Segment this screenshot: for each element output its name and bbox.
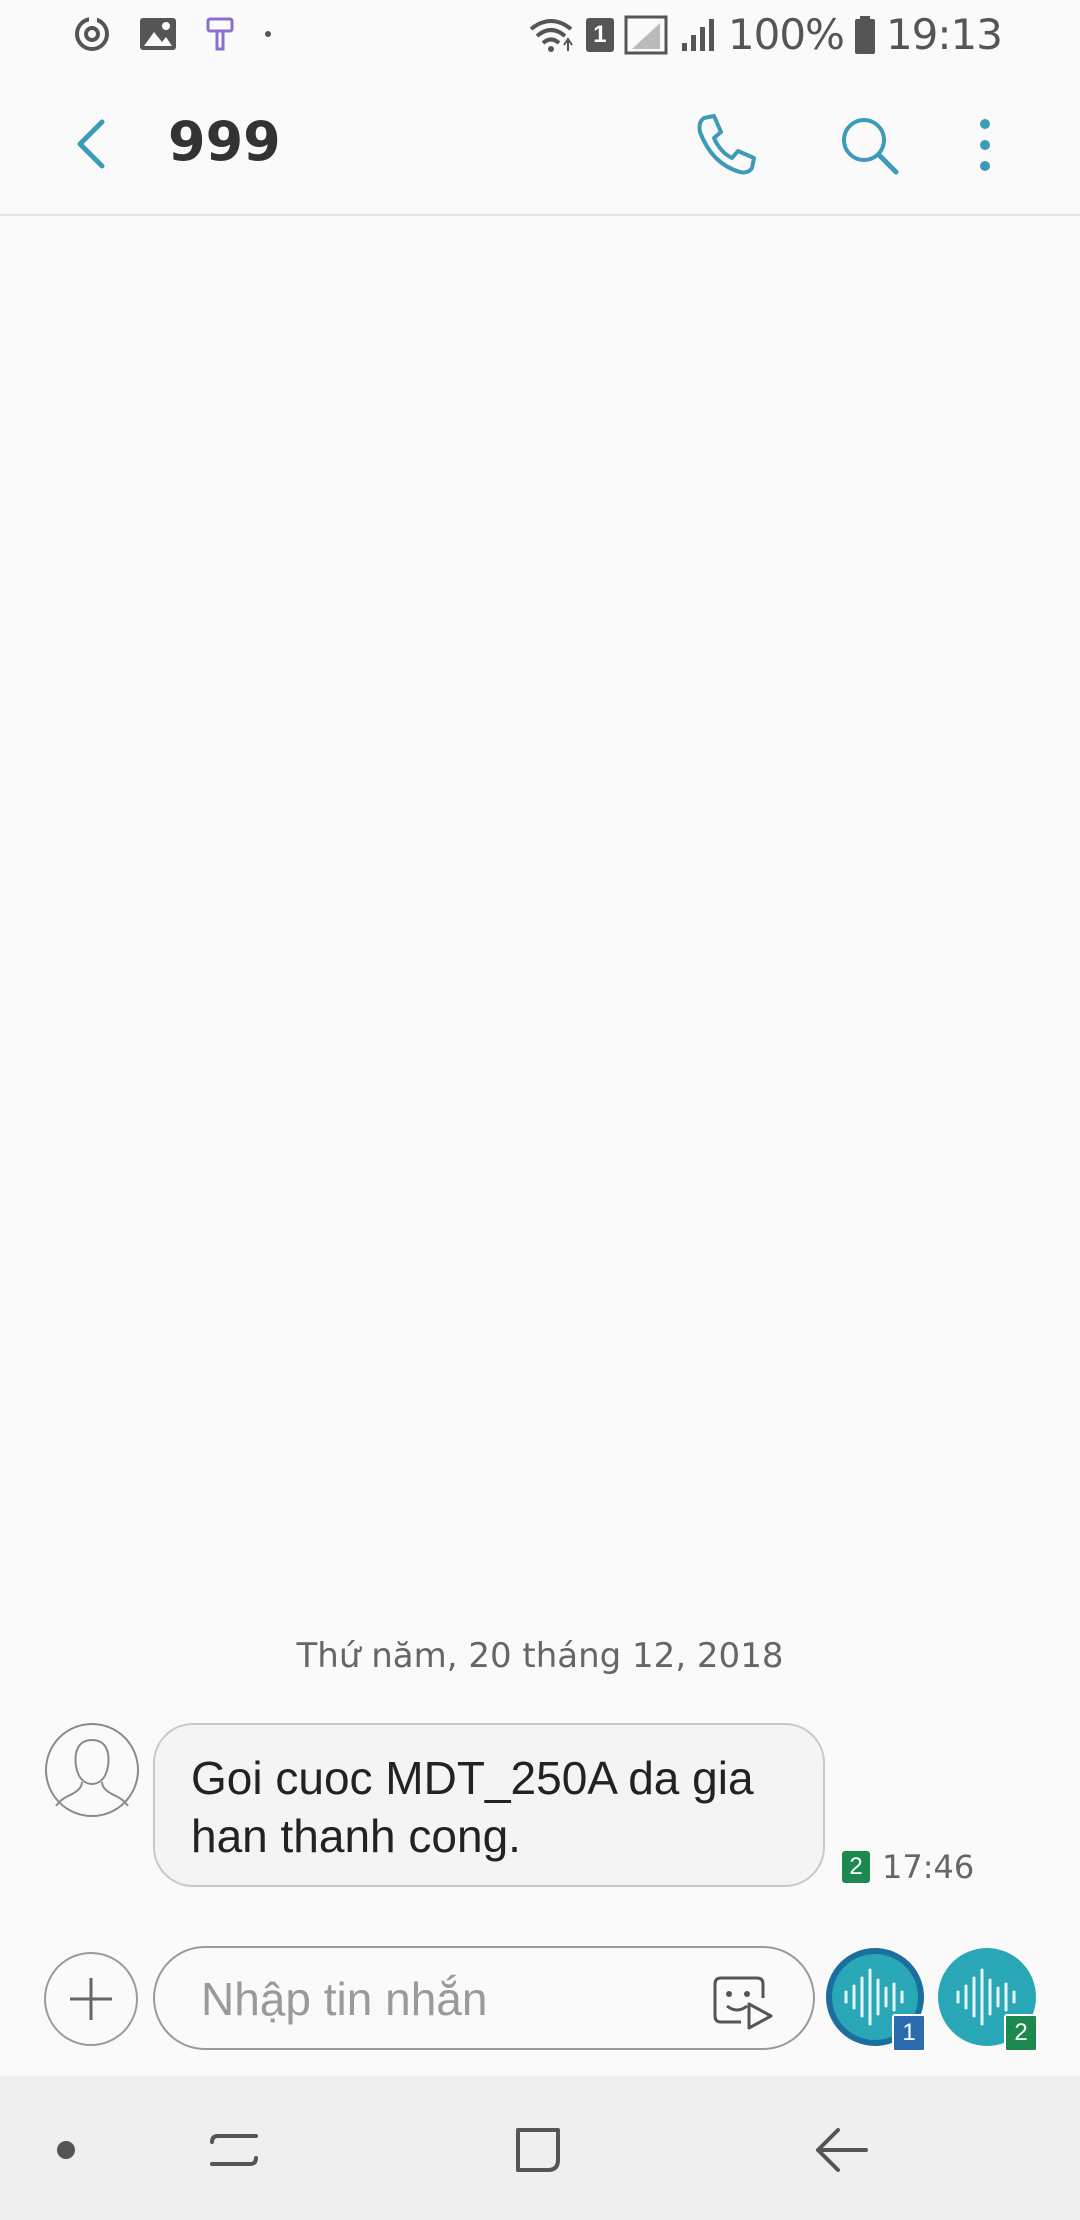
more-options-button[interactable] — [955, 110, 1015, 180]
conversation-header: 999 — [0, 72, 1080, 216]
plus-icon — [70, 1978, 112, 2020]
signal-icon — [624, 15, 668, 54]
nav-dot-button[interactable] — [46, 2120, 106, 2180]
send-sim1-button[interactable]: 1 — [826, 1948, 926, 2052]
more-vertical-icon — [980, 119, 990, 171]
dot-icon — [265, 31, 271, 37]
recent-apps-button[interactable] — [204, 2120, 264, 2180]
message-bubble[interactable]: Goi cuoc MDT_250A da gia han thanh cong. — [153, 1723, 825, 1887]
phone-icon — [697, 114, 756, 175]
paint-icon — [206, 17, 234, 51]
search-button[interactable] — [834, 110, 904, 180]
back-button[interactable] — [62, 112, 122, 176]
dot-icon — [57, 2141, 75, 2159]
back-arrow-icon — [77, 119, 105, 169]
image-icon — [140, 18, 176, 50]
call-button[interactable] — [690, 110, 760, 180]
back-nav-icon — [816, 2128, 868, 2172]
status-time: 19:13 — [885, 10, 1003, 59]
attach-button[interactable] — [44, 1952, 138, 2046]
battery-level: 100% — [727, 10, 845, 59]
sim1-badge: 1 — [892, 2014, 926, 2052]
search-icon — [842, 118, 899, 175]
contact-title: 999 — [168, 110, 281, 173]
status-system: 1 100% 19:13 — [526, 10, 1003, 59]
message-text: Goi cuoc MDT_250A da gia han thanh cong. — [191, 1752, 754, 1862]
date-separator: Thứ năm, 20 tháng 12, 2018 — [296, 1636, 784, 1676]
navigation-bar — [0, 2076, 1080, 2220]
back-nav-button[interactable] — [812, 2120, 872, 2180]
send-sim2-button[interactable]: 2 — [938, 1948, 1038, 2052]
person-icon — [45, 1723, 139, 1817]
message-input[interactable] — [199, 1970, 683, 2028]
home-button[interactable] — [508, 2120, 568, 2180]
home-square-icon — [516, 2128, 560, 2172]
sync-icon — [75, 16, 109, 51]
status-bar: 1 100% 19:13 — [0, 0, 1080, 72]
avatar[interactable] — [44, 1722, 140, 1818]
sticker-button[interactable] — [713, 1972, 773, 2030]
message-meta: 2 17:46 — [842, 1848, 974, 1886]
sim-badge: 2 — [842, 1851, 870, 1883]
sim-slot-indicator: 1 — [585, 17, 614, 52]
compose-box — [153, 1946, 815, 2050]
sticker-icon — [713, 1976, 773, 2030]
wifi-icon — [529, 18, 573, 52]
sim2-badge: 2 — [1004, 2014, 1038, 2052]
signal-icon — [681, 18, 714, 51]
battery-icon — [854, 15, 875, 54]
status-notifications — [72, 14, 274, 54]
recent-apps-icon — [210, 2134, 258, 2166]
message-time: 17:46 — [882, 1848, 975, 1886]
